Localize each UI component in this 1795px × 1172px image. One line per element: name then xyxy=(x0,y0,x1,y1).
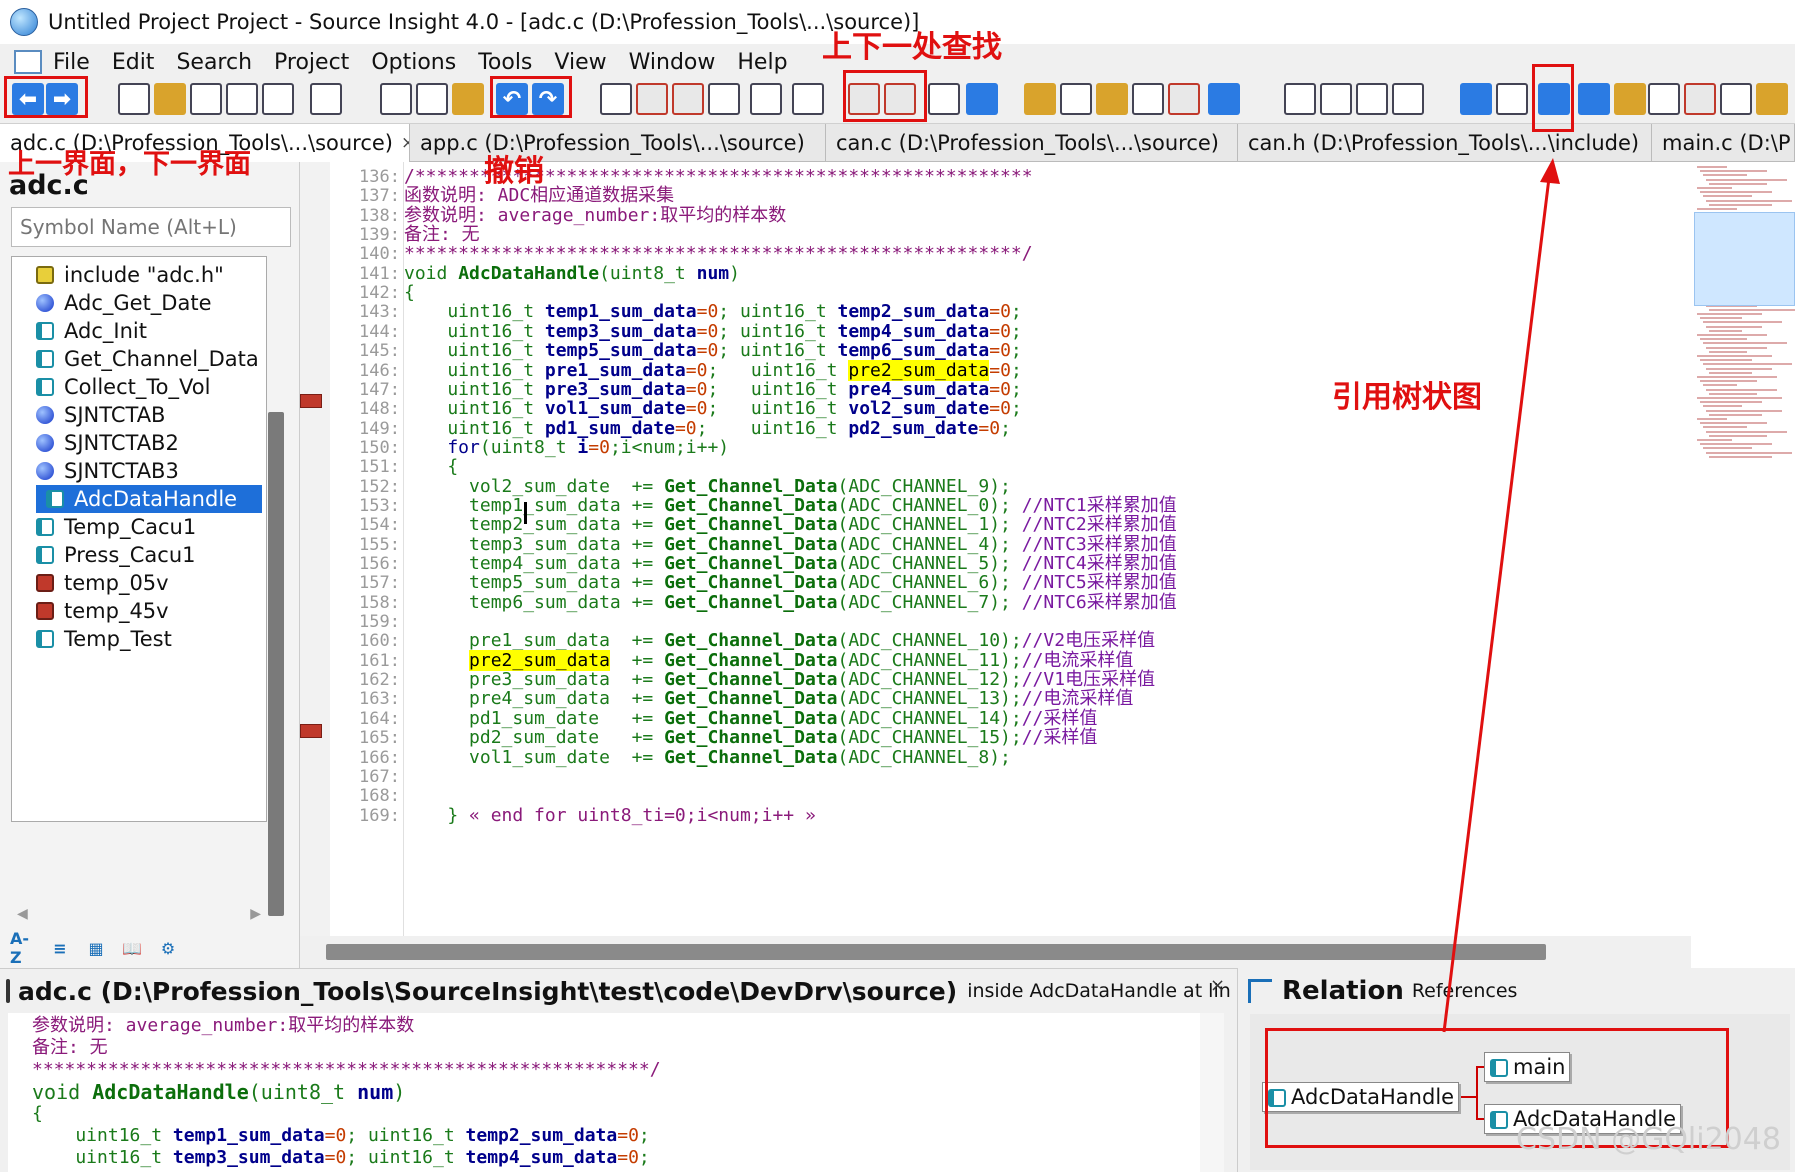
replace-icon[interactable] xyxy=(750,83,782,115)
layout-3-icon[interactable] xyxy=(1356,83,1388,115)
open-folder-icon[interactable] xyxy=(154,83,186,115)
chart-icon[interactable] xyxy=(1024,83,1056,115)
symbol-list-icon[interactable] xyxy=(928,83,960,115)
layout-1-icon[interactable] xyxy=(1284,83,1316,115)
watermark: CSDN @GQli2048 xyxy=(1516,1122,1781,1157)
paste-icon[interactable] xyxy=(452,83,484,115)
relation-icon[interactable] xyxy=(1496,83,1528,115)
undo-icon[interactable]: ↶ xyxy=(496,83,528,115)
help-icon[interactable] xyxy=(1684,83,1716,115)
layout-2-icon[interactable] xyxy=(1320,83,1352,115)
function-icon[interactable] xyxy=(1132,83,1164,115)
annotation-arrow xyxy=(1442,158,1560,1033)
window-icon[interactable] xyxy=(1060,83,1092,115)
save-icon[interactable] xyxy=(190,83,222,115)
browse-icon[interactable] xyxy=(792,83,824,115)
redo-icon[interactable]: ↷ xyxy=(532,83,564,115)
search-files-icon[interactable] xyxy=(708,83,740,115)
symbol-window-icon[interactable] xyxy=(1578,83,1610,115)
layout-4-icon[interactable] xyxy=(1392,83,1424,115)
cut-icon[interactable] xyxy=(380,83,412,115)
save-all-icon[interactable] xyxy=(226,83,258,115)
relation-tree-icon[interactable] xyxy=(1538,83,1570,115)
highlight-icon[interactable] xyxy=(1208,83,1240,115)
lookup-icon[interactable] xyxy=(600,83,632,115)
save-config-icon[interactable] xyxy=(1720,83,1752,115)
close-all-icon[interactable] xyxy=(262,83,294,115)
call-icon[interactable] xyxy=(1168,83,1200,115)
search-prev-icon[interactable] xyxy=(848,83,880,115)
context-icon[interactable] xyxy=(1648,83,1680,115)
jump-down-icon[interactable] xyxy=(672,83,704,115)
book-icon[interactable] xyxy=(1096,83,1128,115)
project-icon[interactable] xyxy=(1614,83,1646,115)
exit-icon[interactable] xyxy=(1756,83,1788,115)
new-file-icon[interactable] xyxy=(118,83,150,115)
forward-icon[interactable]: ➡ xyxy=(46,83,78,115)
copy-icon[interactable] xyxy=(416,83,448,115)
print-icon[interactable] xyxy=(310,83,342,115)
bookmark-icon[interactable] xyxy=(966,83,998,115)
jump-up-icon[interactable] xyxy=(636,83,668,115)
back-icon[interactable]: ⬅ xyxy=(12,83,44,115)
search-next-icon[interactable] xyxy=(884,83,916,115)
settings-icon[interactable] xyxy=(1460,83,1492,115)
